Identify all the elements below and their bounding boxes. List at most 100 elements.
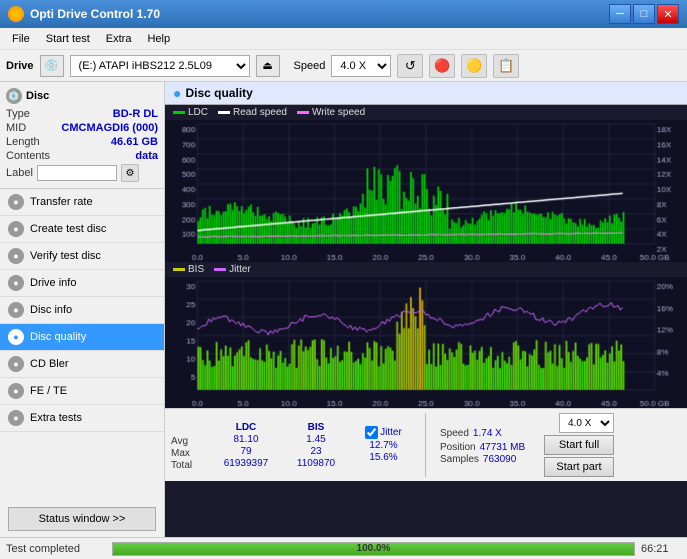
statusbar: Test completed 100.0% 66:21 xyxy=(0,537,687,559)
status-window-button[interactable]: Status window >> xyxy=(8,507,156,531)
max-label: Max xyxy=(171,448,206,459)
avg-label: Avg xyxy=(171,436,206,447)
sidebar-item-cd-bler[interactable]: ●CD Bler xyxy=(0,351,164,378)
legend-writespeed: Write speed xyxy=(297,107,365,118)
disc-quality-header: ● Disc quality xyxy=(165,82,687,105)
sidebar-item-verify-test-disc[interactable]: ●Verify test disc xyxy=(0,243,164,270)
chart2-canvas xyxy=(165,277,687,409)
sidebar-item-transfer-rate[interactable]: ●Transfer rate xyxy=(0,189,164,216)
sidebar-item-disc-info[interactable]: ●Disc info xyxy=(0,297,164,324)
start-full-button[interactable]: Start full xyxy=(544,435,614,455)
drive-icon-btn[interactable]: 💿 xyxy=(40,55,64,77)
legend-ldc-color xyxy=(173,111,185,114)
disc-quality-title: Disc quality xyxy=(185,86,252,100)
drivebar: Drive 💿 (E:) ATAPI iHBS212 2.5L09 ⏏ Spee… xyxy=(0,50,687,82)
speed-select-stats[interactable]: 4.0 X xyxy=(559,413,614,433)
sidebar-items: ●Transfer rate ● Create test disc ●Verify t… xyxy=(0,189,164,432)
app-icon xyxy=(8,6,24,22)
legend-writespeed-color xyxy=(297,111,309,114)
speed-label: Speed xyxy=(294,60,326,72)
speed-row: Speed 1.74 X xyxy=(440,425,530,441)
disc-type-row: Type BD-R DL xyxy=(6,108,158,120)
position-row: Position 47731 MB xyxy=(440,442,530,453)
sidebar: 💿 Disc Type BD-R DL MID CMCMAGDI6 (000) … xyxy=(0,82,165,537)
disc-label-label: Label xyxy=(6,167,33,179)
sidebar-item-label-extra-tests: Extra tests xyxy=(30,412,82,424)
disc-header: 💿 Disc xyxy=(6,88,158,104)
disc-contents-row: Contents data xyxy=(6,150,158,162)
legend-readspeed: Read speed xyxy=(218,107,287,118)
sidebar-item-icon-cd-bler: ● xyxy=(8,356,24,372)
samples-val: 763090 xyxy=(483,454,516,465)
menu-file[interactable]: File xyxy=(4,31,38,47)
sidebar-item-create-test-disc[interactable]: ● Create test disc xyxy=(0,216,164,243)
disc-contents-value: data xyxy=(135,150,158,162)
sidebar-item-icon-verify-test-disc: ● xyxy=(8,248,24,264)
disc-quality-icon: ● xyxy=(173,85,181,101)
start-part-button[interactable]: Start part xyxy=(544,457,614,477)
legend-bis-color xyxy=(173,268,185,271)
ldc-header: LDC xyxy=(236,422,257,433)
menu-start-test[interactable]: Start test xyxy=(38,31,98,47)
menu-help[interactable]: Help xyxy=(139,31,178,47)
avg-ldc-val: 81.10 xyxy=(219,434,274,445)
maximize-button[interactable]: □ xyxy=(633,4,655,24)
minimize-button[interactable]: ─ xyxy=(609,4,631,24)
settings-button1[interactable]: 🔴 xyxy=(429,54,455,78)
legend-jitter-label: Jitter xyxy=(229,264,251,275)
legend-readspeed-label: Read speed xyxy=(233,107,287,118)
sidebar-item-disc-quality[interactable]: ● Disc quality xyxy=(0,324,164,351)
disc-mid-label: MID xyxy=(6,122,26,134)
avg-speed-val: 1.74 X xyxy=(473,428,502,439)
disc-length-value: 46.61 GB xyxy=(111,136,158,148)
sidebar-item-drive-info[interactable]: ●Drive info xyxy=(0,270,164,297)
legend-bis: BIS xyxy=(173,264,204,275)
total-label: Total xyxy=(171,460,206,471)
stats-area: Avg Max Total LDC 81.10 79 61939397 BIS … xyxy=(165,408,687,481)
sidebar-item-icon-disc-info: ● xyxy=(8,302,24,318)
legend-writespeed-label: Write speed xyxy=(312,107,365,118)
avg-jitter-val: 12.7% xyxy=(356,440,411,451)
sidebar-item-label-create-test-disc: Create test disc xyxy=(30,223,106,235)
titlebar-controls: ─ □ ✕ xyxy=(609,4,679,24)
sidebar-item-label-disc-quality: Disc quality xyxy=(30,331,86,343)
position-val: 47731 MB xyxy=(480,442,526,453)
legend-ldc: LDC xyxy=(173,107,208,118)
jitter-header: Jitter xyxy=(380,427,402,438)
eject-button[interactable]: ⏏ xyxy=(256,55,280,77)
disc-contents-label: Contents xyxy=(6,150,50,162)
legend-ldc-label: LDC xyxy=(188,107,208,118)
label-edit-icon[interactable]: ⚙ xyxy=(121,164,139,182)
sidebar-item-icon-disc-quality: ● xyxy=(8,329,24,345)
stats-jitter-col: Jitter 12.7% 15.6% xyxy=(356,426,411,464)
stats-controls-col: 4.0 X Start full Start part xyxy=(544,413,614,477)
menu-extra[interactable]: Extra xyxy=(98,31,140,47)
jitter-checkbox[interactable] xyxy=(365,426,378,439)
disc-type-label: Type xyxy=(6,108,30,120)
settings-button2[interactable]: 🟡 xyxy=(461,54,487,78)
drive-select[interactable]: (E:) ATAPI iHBS212 2.5L09 xyxy=(70,55,250,77)
sidebar-item-fe-te[interactable]: ●FE / TE xyxy=(0,378,164,405)
total-ldc-val: 61939397 xyxy=(219,458,274,469)
speed-label-stats: Speed xyxy=(440,428,469,439)
refresh-button[interactable]: ↺ xyxy=(397,54,423,78)
titlebar-left: Opti Drive Control 1.70 xyxy=(8,6,160,22)
close-button[interactable]: ✕ xyxy=(657,4,679,24)
position-label: Position xyxy=(440,442,476,453)
legend-jitter: Jitter xyxy=(214,264,251,275)
sidebar-item-extra-tests[interactable]: ●Extra tests xyxy=(0,405,164,432)
speed-select-drive[interactable]: 4.0 X xyxy=(331,55,391,77)
sidebar-item-icon-create-test-disc: ● xyxy=(8,221,24,237)
legend-readspeed-color xyxy=(218,111,230,114)
settings-button3[interactable]: 📋 xyxy=(493,54,519,78)
disc-label-input[interactable] xyxy=(37,165,117,181)
progress-text: 100.0% xyxy=(357,543,391,554)
max-ldc-val: 79 xyxy=(219,446,274,457)
menubar: File Start test Extra Help xyxy=(0,28,687,50)
stats-labels-col: Avg Max Total xyxy=(171,419,206,471)
stats-speed-col: Speed 1.74 X Position 47731 MB Samples 7… xyxy=(440,425,530,465)
progress-bar-container: 100.0% xyxy=(112,542,635,556)
disc-header-label: Disc xyxy=(26,90,49,102)
disc-info-panel: 💿 Disc Type BD-R DL MID CMCMAGDI6 (000) … xyxy=(0,82,164,189)
sidebar-item-icon-drive-info: ● xyxy=(8,275,24,291)
